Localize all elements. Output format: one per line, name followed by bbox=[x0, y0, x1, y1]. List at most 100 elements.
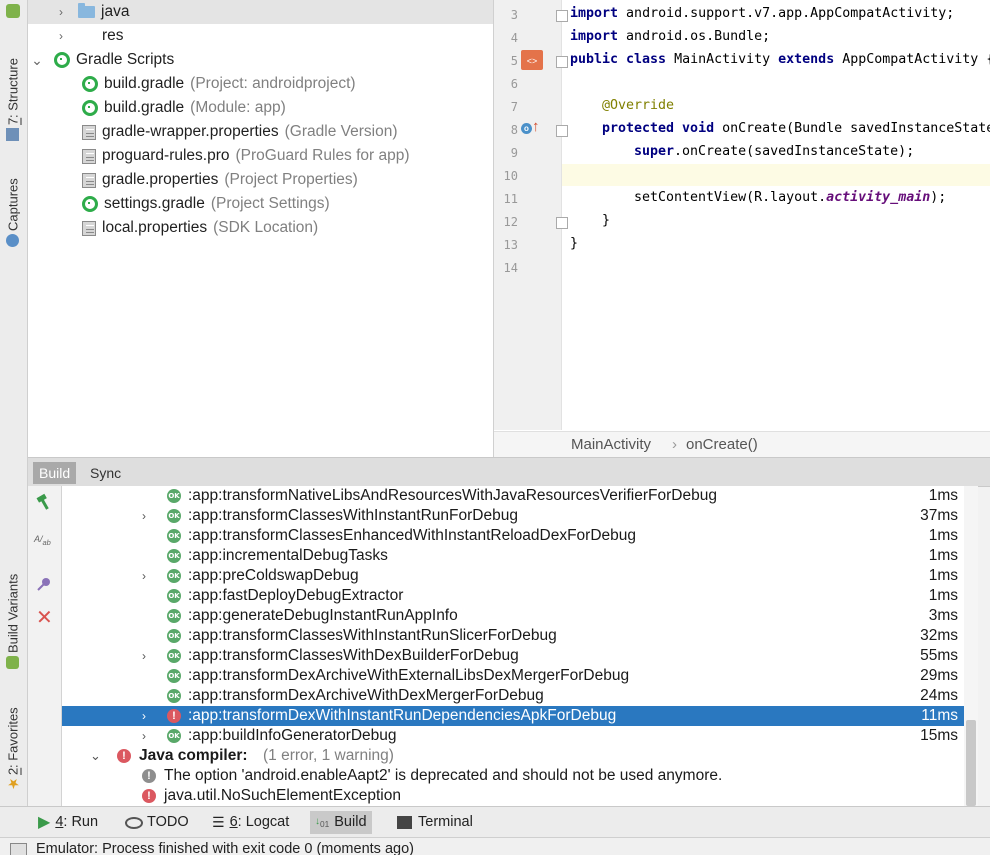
tab-build-bottom[interactable]: ↓01 Build bbox=[310, 811, 372, 834]
tab-run[interactable]: ▶ 4: Run bbox=[33, 811, 103, 834]
build-task-row[interactable]: OK:app:transformDexArchiveWithExternalLi… bbox=[62, 666, 964, 686]
line-number: 4 bbox=[510, 31, 518, 45]
ok-badge-icon: OK bbox=[167, 589, 181, 603]
hammer-icon[interactable] bbox=[35, 493, 53, 511]
folder-icon bbox=[78, 3, 95, 18]
code-line-12[interactable]: } bbox=[570, 213, 610, 228]
build-task-row[interactable]: OK:app:transformClassesWithInstantRunSli… bbox=[62, 626, 964, 646]
gradle-icon bbox=[82, 100, 98, 116]
gradle-icon bbox=[82, 196, 98, 212]
build-task-row[interactable]: › OK:app:preColdswapDebug 1ms bbox=[62, 566, 964, 586]
chevron-right-icon[interactable]: › bbox=[142, 566, 146, 586]
tree-item-build-gradle-project[interactable]: build.gradle (Project: androidproject) bbox=[82, 72, 356, 96]
tree-item-gradle-properties[interactable]: gradle.properties (Project Properties) bbox=[82, 168, 358, 192]
tree-item-proguard-rules[interactable]: proguard-rules.pro (ProGuard Rules for ap… bbox=[82, 144, 410, 168]
fold-icon[interactable] bbox=[556, 217, 568, 229]
ok-badge-icon: OK bbox=[167, 729, 181, 743]
ok-badge-icon: OK bbox=[167, 689, 181, 703]
code-line-13[interactable]: } bbox=[570, 236, 578, 251]
code-line-4[interactable]: import android.os.Bundle; bbox=[570, 29, 770, 44]
code-line-5[interactable]: public class MainActivity extends AppCom… bbox=[570, 52, 990, 67]
chevron-right-icon[interactable]: › bbox=[142, 646, 146, 666]
override-gutter-icon[interactable]: o bbox=[521, 123, 532, 134]
tab-terminal[interactable]: Terminal bbox=[392, 811, 478, 834]
error-message-row[interactable]: ! java.util.NoSuchElementException bbox=[62, 786, 964, 806]
close-icon[interactable]: ✕ bbox=[36, 608, 53, 628]
ok-badge-icon: OK bbox=[167, 529, 181, 543]
breadcrumb-class[interactable]: MainActivity bbox=[571, 432, 651, 458]
build-task-row[interactable]: OK:app:fastDeployDebugExtractor 1ms bbox=[62, 586, 964, 606]
build-task-row[interactable]: OK:app:generateDebugInstantRunAppInfo 3ms bbox=[62, 606, 964, 626]
fold-icon[interactable] bbox=[556, 10, 568, 22]
build-task-row[interactable]: OK:app:transformDexArchiveWithDexMergerF… bbox=[62, 686, 964, 706]
tree-item-gradle-scripts[interactable]: ⌄ Gradle Scripts bbox=[28, 48, 493, 72]
build-variants-tab[interactable]: Build Variants bbox=[3, 562, 23, 672]
ok-badge-icon: OK bbox=[167, 549, 181, 563]
chevron-right-icon[interactable]: › bbox=[54, 24, 68, 48]
structure-tab[interactable]: 7: Structure bbox=[3, 48, 23, 144]
activity-gutter-icon[interactable]: <> bbox=[521, 50, 543, 70]
logcat-icon: ☰ bbox=[212, 814, 225, 830]
fold-icon[interactable] bbox=[556, 125, 568, 137]
android-icon bbox=[6, 4, 20, 18]
code-line-8[interactable]: protected void onCreate(Bundle savedInst… bbox=[570, 121, 990, 136]
scrollbar-thumb[interactable] bbox=[966, 720, 976, 806]
build-icon: ↓01 bbox=[315, 815, 330, 829]
error-icon: ! bbox=[117, 749, 131, 763]
chevron-right-icon[interactable]: › bbox=[54, 0, 68, 24]
captures-icon bbox=[6, 234, 20, 247]
tree-item-java[interactable]: › java bbox=[28, 0, 493, 24]
status-toggle-icon[interactable] bbox=[10, 843, 27, 855]
line-number: 3 bbox=[510, 8, 518, 22]
code-line-11[interactable]: setContentView(R.layout.activity_main); bbox=[570, 190, 946, 205]
line-number: 11 bbox=[503, 192, 518, 206]
warning-icon: ! bbox=[142, 769, 156, 783]
star-icon: ★ bbox=[4, 775, 21, 791]
build-task-row[interactable]: OK:app:transformClassesEnhancedWithInsta… bbox=[62, 526, 964, 546]
tab-logcat[interactable]: ☰ 6: Logcat bbox=[207, 811, 294, 834]
tree-item-settings-gradle[interactable]: settings.gradle (Project Settings) bbox=[82, 192, 330, 216]
build-task-row[interactable]: › OK:app:buildInfoGeneratorDebug 15ms bbox=[62, 726, 964, 746]
build-task-row[interactable]: › OK:app:transformClassesWithDexBuilderFo… bbox=[62, 646, 964, 666]
favorites-tab[interactable]: ★ 2: Favorites bbox=[3, 698, 23, 794]
tree-item-res[interactable]: › res bbox=[28, 24, 493, 48]
build-task-row[interactable]: OK:app:transformNativeLibsAndResourcesWi… bbox=[62, 486, 964, 506]
line-number: 6 bbox=[510, 77, 518, 91]
structure-icon bbox=[6, 128, 20, 141]
ok-badge-icon: OK bbox=[167, 489, 181, 503]
terminal-icon bbox=[397, 816, 412, 829]
current-line-highlight bbox=[562, 164, 990, 186]
tab-todo[interactable]: TODO bbox=[120, 811, 194, 834]
pin-icon[interactable] bbox=[36, 576, 52, 592]
tab-sync[interactable]: Sync bbox=[84, 462, 127, 484]
ok-badge-icon: OK bbox=[167, 669, 181, 683]
properties-file-icon bbox=[82, 172, 96, 188]
tree-item-build-gradle-module[interactable]: build.gradle (Module: app) bbox=[82, 96, 286, 120]
line-number: 14 bbox=[503, 261, 518, 275]
chevron-right-icon[interactable]: › bbox=[142, 506, 146, 526]
code-line-3[interactable]: import android.support.v7.app.AppCompatA… bbox=[570, 6, 954, 21]
build-task-row[interactable]: OK:app:incrementalDebugTasks 1ms bbox=[62, 546, 964, 566]
captures-tab[interactable]: Captures bbox=[3, 170, 23, 250]
toggle-view-icon[interactable]: A/ab bbox=[34, 534, 54, 552]
chevron-down-icon[interactable]: ⌄ bbox=[90, 746, 101, 766]
build-task-row-selected[interactable]: ›!:app:transformDexWithInstantRunDepende… bbox=[62, 706, 964, 726]
chevron-right-icon[interactable]: › bbox=[142, 726, 146, 746]
chevron-down-icon[interactable]: ⌄ bbox=[30, 48, 44, 72]
java-compiler-node[interactable]: ⌄! Java compiler: (1 error, 1 warning) bbox=[62, 746, 964, 766]
tab-build[interactable]: Build bbox=[33, 462, 77, 484]
breadcrumb-method[interactable]: onCreate() bbox=[686, 432, 758, 458]
ok-badge-icon: OK bbox=[167, 569, 181, 583]
run-icon: ▶ bbox=[38, 814, 51, 831]
code-editor[interactable] bbox=[494, 0, 990, 457]
tree-item-gradle-wrapper-properties[interactable]: gradle-wrapper.properties (Gradle Version… bbox=[82, 120, 397, 144]
code-line-9[interactable]: super.onCreate(savedInstanceState); bbox=[570, 144, 914, 159]
code-line-7[interactable]: @Override bbox=[570, 98, 674, 113]
fold-icon[interactable] bbox=[556, 56, 568, 68]
chevron-right-icon[interactable]: › bbox=[142, 706, 146, 726]
tree-item-local-properties[interactable]: local.properties (SDK Location) bbox=[82, 216, 318, 240]
bottom-tool-bar: ▶ 4: Run TODO ☰ 6: Logcat ↓01 Build Termina… bbox=[0, 806, 990, 838]
breadcrumb-separator: › bbox=[672, 436, 677, 453]
build-task-row[interactable]: › OK:app:transformClassesWithInstantRunFo… bbox=[62, 506, 964, 526]
warning-message-row[interactable]: ! The option 'android.enableAapt2' is dep… bbox=[62, 766, 964, 786]
